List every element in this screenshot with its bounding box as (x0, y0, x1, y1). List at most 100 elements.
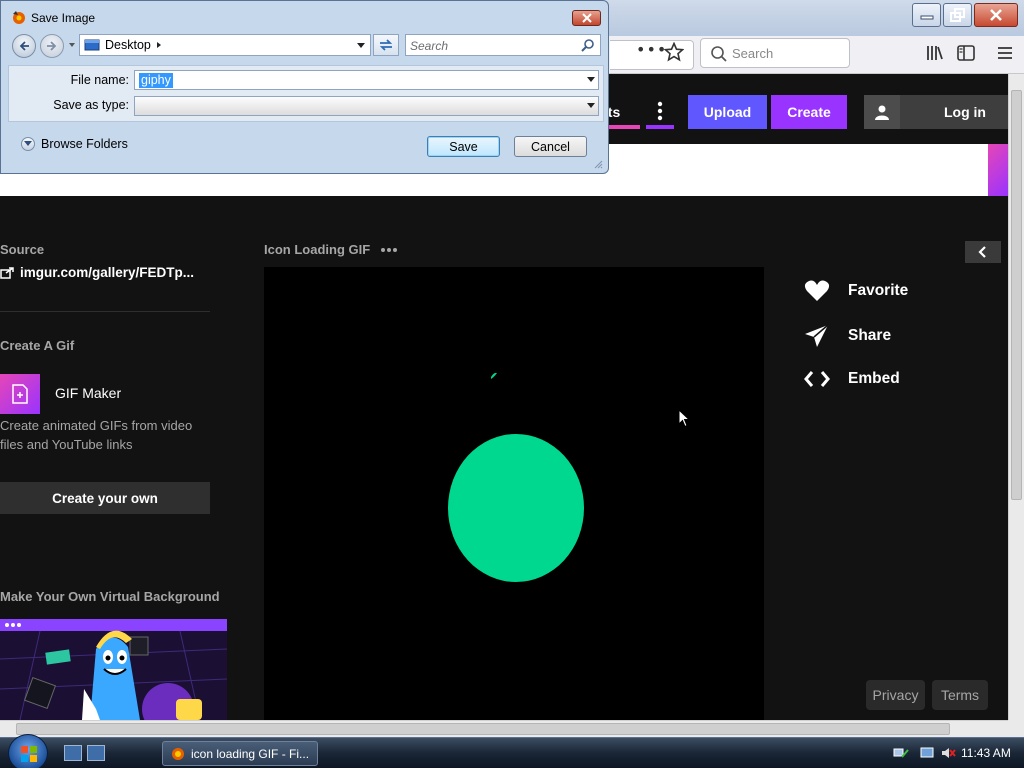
save-button[interactable]: Save (427, 136, 500, 157)
cancel-button[interactable]: Cancel (514, 136, 587, 157)
switch-windows-icon[interactable] (87, 745, 105, 761)
history-dropdown-icon[interactable] (68, 42, 76, 48)
heart-icon (804, 280, 830, 301)
cartoon-character-illustration (0, 619, 227, 720)
location-breadcrumb[interactable]: Desktop (79, 34, 371, 56)
collapse-panel-button[interactable] (965, 241, 1001, 263)
create-button[interactable]: Create (771, 95, 847, 129)
resize-grip-icon[interactable] (593, 159, 603, 169)
chevron-down-icon[interactable] (587, 77, 595, 82)
gif-title-text: Icon Loading GIF (264, 242, 371, 257)
windows-taskbar: icon loading GIF - Fi... 11:43 AM (0, 734, 1024, 768)
dialog-close-button[interactable] (572, 10, 601, 26)
user-avatar (864, 95, 900, 129)
browser-search-placeholder: Search (732, 46, 774, 61)
privacy-link[interactable]: Privacy (866, 680, 925, 710)
page-actions-icon[interactable]: ••• (636, 40, 666, 66)
firefox-icon (172, 747, 184, 760)
nav-more-underline (646, 125, 674, 129)
browser-search-box[interactable]: Search (700, 38, 850, 68)
chevron-down-icon (587, 103, 595, 108)
location-text: Desktop (105, 38, 151, 52)
paper-plane-icon (805, 324, 829, 347)
gif-maker-tile[interactable] (0, 374, 40, 414)
user-icon (875, 105, 889, 120)
horizontal-scrollbar[interactable] (0, 720, 1008, 737)
display-icon[interactable] (920, 746, 936, 760)
login-button[interactable]: Log in (864, 95, 1008, 129)
start-button[interactable] (8, 734, 48, 768)
refresh-icon (379, 39, 393, 51)
terms-link[interactable]: Terms (932, 680, 988, 710)
taskbar-item-label: icon loading GIF - Fi... (191, 746, 310, 761)
minimize-button[interactable] (912, 3, 941, 27)
vertical-scroll-thumb[interactable] (1011, 90, 1022, 500)
refresh-button[interactable] (373, 34, 399, 56)
search-icon[interactable] (581, 38, 595, 52)
more-options-icon[interactable] (380, 247, 398, 253)
source-link-text: imgur.com/gallery/FEDTp... (20, 265, 195, 280)
dialog-search-placeholder: Search (410, 39, 449, 53)
system-clock[interactable]: 11:43 AM (961, 746, 1011, 760)
gif-display[interactable] (264, 267, 764, 720)
taskbar-firefox-item[interactable]: icon loading GIF - Fi... (162, 741, 318, 766)
firefox-dialog-icon (13, 11, 25, 24)
virtual-background-heading: Make Your Own Virtual Background (0, 589, 220, 604)
embed-label: Embed (848, 370, 900, 387)
back-button[interactable] (12, 34, 36, 58)
browse-folders-label: Browse Folders (41, 137, 128, 151)
banner-accent[interactable] (988, 144, 1008, 196)
window-controls (912, 3, 1018, 27)
embed-action[interactable]: Embed (804, 369, 900, 389)
loading-blob-animation (448, 372, 584, 582)
restore-icon (949, 8, 965, 22)
bookmark-star-icon[interactable] (664, 42, 684, 62)
search-icon (711, 46, 727, 62)
hamburger-menu-icon[interactable] (994, 42, 1016, 64)
favorite-action[interactable]: Favorite (804, 279, 908, 303)
arrow-right-icon (47, 41, 57, 51)
source-link[interactable]: imgur.com/gallery/FEDTp... (0, 265, 194, 280)
gif-maker-icon (12, 384, 28, 404)
browse-folders-toggle[interactable]: Browse Folders (21, 137, 128, 151)
close-icon (990, 9, 1002, 21)
external-link-icon (0, 266, 14, 279)
mouse-cursor-icon (678, 409, 690, 428)
login-label: Log in (944, 104, 986, 120)
vertical-scrollbar[interactable] (1008, 74, 1024, 720)
arrow-left-icon (19, 41, 29, 51)
create-your-own-button[interactable]: Create your own (0, 482, 210, 514)
close-icon (581, 13, 592, 23)
favorite-label: Favorite (848, 282, 909, 299)
dialog-search-field[interactable]: Search (405, 34, 601, 56)
upload-button[interactable]: Upload (688, 95, 767, 129)
expand-circle (21, 137, 35, 151)
gif-maker-description: Create animated GIFs from video files an… (0, 418, 193, 452)
maximize-button[interactable] (943, 3, 972, 27)
desktop-folder-icon (84, 39, 100, 51)
code-brackets-icon (804, 371, 830, 387)
dialog-title: Save Image (31, 11, 96, 25)
file-name-value: giphy (139, 73, 173, 88)
sidebar-divider (0, 311, 210, 312)
share-label: Share (848, 327, 892, 344)
horizontal-scroll-thumb[interactable] (16, 723, 950, 735)
create-gif-heading: Create A Gif (0, 338, 75, 353)
volume-muted-icon[interactable] (940, 746, 956, 760)
chevron-right-icon (156, 42, 161, 48)
gif-title: Icon Loading GIF (264, 242, 398, 257)
virtual-background-promo-image[interactable] (0, 619, 227, 720)
save-as-type-select[interactable] (134, 96, 599, 116)
share-action[interactable]: Share (804, 323, 891, 349)
forward-button[interactable] (40, 34, 64, 58)
source-label: Source (0, 242, 45, 257)
library-icon[interactable] (924, 42, 946, 64)
window-close-button[interactable] (974, 3, 1018, 27)
file-name-input[interactable]: giphy (134, 70, 599, 90)
minimize-icon (920, 15, 933, 20)
chevron-down-icon (357, 43, 365, 48)
show-desktop-icon[interactable] (64, 745, 82, 761)
sidebar-toggle-icon[interactable] (955, 42, 977, 64)
gif-maker-title[interactable]: GIF Maker (55, 385, 121, 401)
network-icon[interactable] (893, 746, 909, 760)
